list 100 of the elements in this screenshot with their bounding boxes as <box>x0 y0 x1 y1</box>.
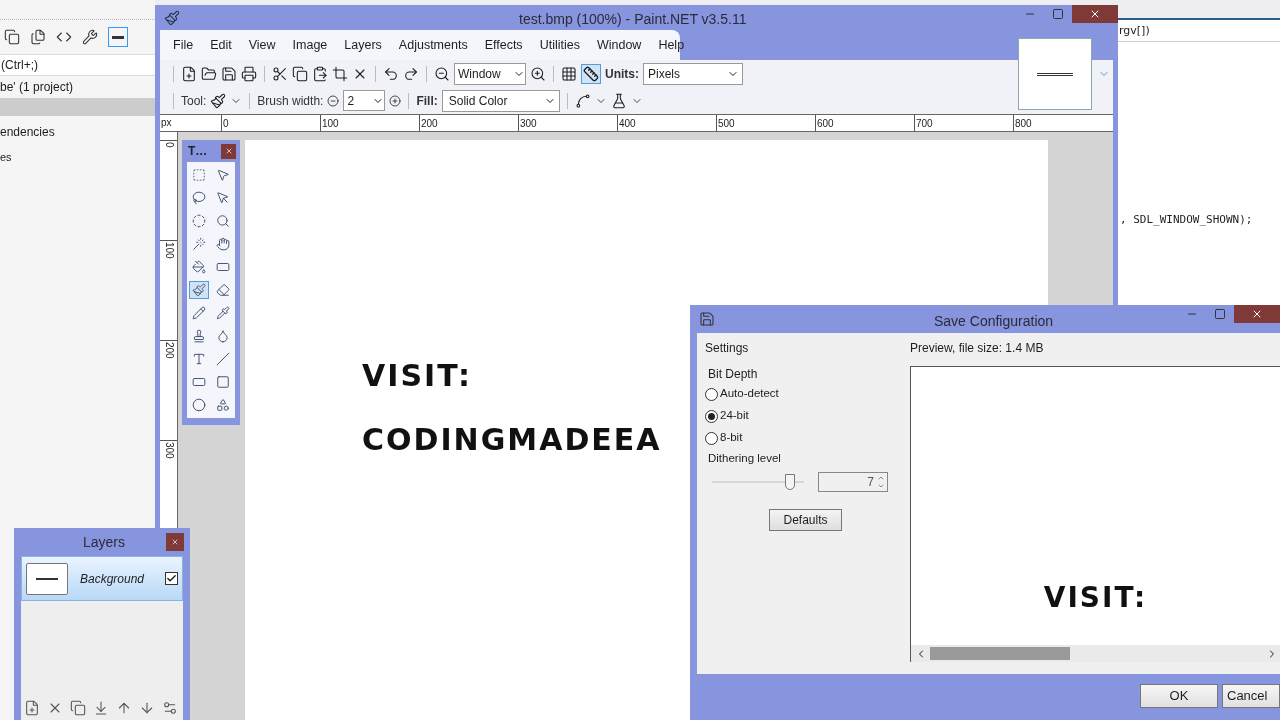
ruler-label: 300 <box>518 115 618 131</box>
visibility-checkbox[interactable] <box>165 572 178 585</box>
copy-icon[interactable] <box>292 65 308 82</box>
printer-icon[interactable] <box>241 65 257 82</box>
files-icon[interactable] <box>30 29 46 45</box>
menu-item[interactable]: File <box>173 35 194 55</box>
radio-option[interactable]: 8-bit <box>705 427 904 449</box>
dithering-label: Dithering level <box>707 451 782 466</box>
ruler-label: 600 <box>815 115 915 131</box>
grid-icon[interactable] <box>561 65 577 82</box>
close-button[interactable] <box>221 143 236 159</box>
bucket-icon <box>192 260 206 274</box>
close-icon <box>171 538 179 546</box>
group-label: Bit Depth <box>707 366 759 383</box>
brush-width-dropdown[interactable]: 2 <box>343 90 386 111</box>
ruler-label: 100 <box>320 115 420 131</box>
defaults-button[interactable]: Defaults <box>769 509 842 532</box>
check-icon <box>166 573 177 584</box>
code-icon[interactable] <box>56 29 72 45</box>
menu-item[interactable]: Edit <box>210 35 232 55</box>
zoom-in-icon[interactable] <box>530 65 546 82</box>
pin-button[interactable] <box>108 27 128 47</box>
layer-row[interactable]: Background <box>21 556 183 601</box>
hand-icon <box>216 237 230 251</box>
shape-icon <box>216 398 230 412</box>
horizontal-scrollbar[interactable] <box>911 645 1280 662</box>
curve-icon[interactable] <box>574 92 591 109</box>
menu-item[interactable]: Window <box>596 35 642 55</box>
lasso-icon <box>192 191 206 205</box>
wrench-icon[interactable] <box>82 29 98 45</box>
menu-item[interactable]: Effects <box>484 35 523 55</box>
thumbnail[interactable] <box>1018 38 1092 110</box>
ruler-label: 500 <box>716 115 816 131</box>
scrollbar-thumb[interactable] <box>930 647 1070 660</box>
redo-icon[interactable] <box>403 65 419 82</box>
line-icon <box>216 352 230 366</box>
zoom-out-icon[interactable] <box>434 65 450 82</box>
windows-icon[interactable] <box>4 29 20 45</box>
merge-icon[interactable] <box>93 700 109 716</box>
ruler-toggle-button[interactable] <box>581 63 601 84</box>
scissors-icon[interactable] <box>272 65 288 82</box>
window-title: Layers <box>83 532 126 552</box>
paintbrush-icon[interactable] <box>210 92 227 109</box>
wand-icon <box>192 237 206 251</box>
close-icon <box>1089 8 1101 20</box>
paintbrush-tool[interactable] <box>189 281 209 299</box>
move-icon <box>216 168 230 182</box>
ok-button[interactable]: OK <box>1140 684 1218 708</box>
paste-icon[interactable] <box>312 65 328 82</box>
add-layer-icon[interactable] <box>24 700 40 716</box>
radio-option[interactable]: Auto-detect <box>705 383 904 405</box>
close-button[interactable] <box>166 533 184 551</box>
pin-icon <box>112 35 124 39</box>
tree-item[interactable]: endencies <box>0 119 155 145</box>
canvas-text: CODINGMADEEA <box>362 422 662 458</box>
menu-item[interactable]: Adjustments <box>398 35 468 55</box>
menu-item[interactable]: Utilities <box>539 35 580 55</box>
rounded-rectangle-icon <box>216 375 230 389</box>
tree-item[interactable]: be' (1 project) <box>0 76 155 98</box>
search-field[interactable]: (Ctrl+;) <box>0 54 155 76</box>
save-icon <box>699 311 715 327</box>
plus-icon[interactable] <box>389 94 402 107</box>
fill-label: Fill: <box>416 92 438 110</box>
crop-icon[interactable] <box>332 65 348 82</box>
tree-item[interactable]: es <box>0 146 155 168</box>
window-title: test.bmp (100%) - Paint.NET v3.5.11 <box>519 10 747 29</box>
flask-icon[interactable] <box>610 92 627 109</box>
properties-icon[interactable] <box>162 700 178 716</box>
duplicate-icon[interactable] <box>70 700 86 716</box>
units-dropdown[interactable]: Pixels <box>643 62 743 85</box>
radio-option[interactable]: 24-bit <box>705 405 904 427</box>
menu-item[interactable]: Layers <box>344 35 382 55</box>
brush-width-label: Brush width: <box>257 92 324 110</box>
maximize-icon <box>1214 308 1226 320</box>
preview-label: Preview, file size: 1.4 MB <box>910 340 1045 357</box>
pencil-icon <box>192 306 206 320</box>
ruler-label: 200 <box>160 340 177 440</box>
maximize-icon <box>1052 8 1064 20</box>
save-icon[interactable] <box>221 65 237 82</box>
close-icon <box>224 147 233 155</box>
layer-name: Background <box>80 570 146 588</box>
ruler-label: 0 <box>221 115 321 131</box>
ruler-unit: px <box>160 116 173 130</box>
settings-label: Settings <box>705 340 750 357</box>
dithering-spin-field[interactable]: 7 <box>818 472 888 493</box>
ruler-label: 200 <box>419 115 519 131</box>
menu-item[interactable]: View <box>248 35 276 55</box>
new-file-icon[interactable] <box>181 65 197 82</box>
cancel-button[interactable]: Cancel <box>1222 684 1280 708</box>
menu-item[interactable]: Image <box>292 35 328 55</box>
zoom-dropdown[interactable]: Window <box>454 62 526 85</box>
folder-icon[interactable] <box>201 65 217 82</box>
ruler-icon <box>583 65 599 82</box>
app-icon <box>164 9 180 26</box>
undo-icon[interactable] <box>383 65 399 82</box>
code-line: , SDL_WINDOW_SHOWN); <box>1119 212 1254 228</box>
window-title: T… <box>188 143 208 160</box>
fill-dropdown[interactable]: Solid Color <box>441 89 560 112</box>
minus-icon[interactable] <box>327 94 340 107</box>
menu-item[interactable]: Help <box>658 35 685 55</box>
